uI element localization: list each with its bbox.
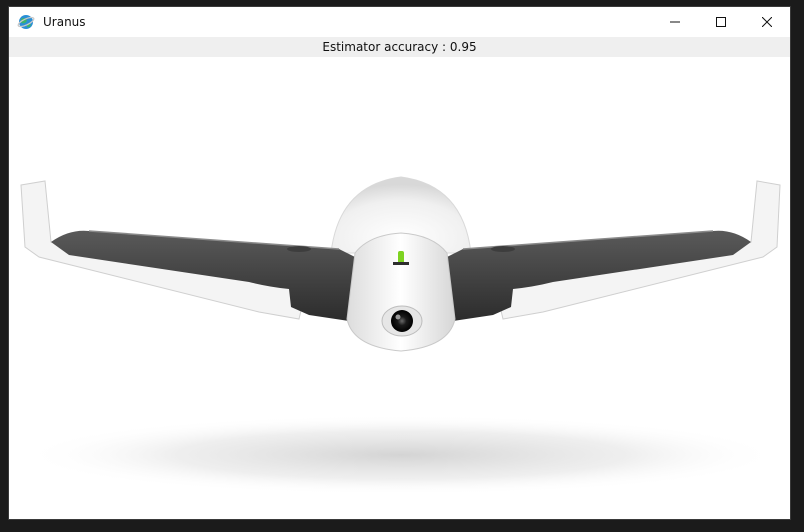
window-title: Uranus [43, 15, 86, 29]
window-controls [652, 7, 790, 37]
drone-image [20, 176, 781, 495]
image-canvas [9, 57, 790, 519]
minimize-button[interactable] [652, 7, 698, 37]
title-bar[interactable]: Uranus [9, 7, 790, 37]
status-bar: Estimator accuracy : 0.95 [9, 37, 790, 57]
minimize-icon [670, 17, 680, 27]
estimator-accuracy-label: Estimator accuracy : 0.95 [322, 40, 477, 54]
app-window: Uranus Estimator accuracy : 0.95 [8, 6, 791, 520]
globe-app-icon [17, 13, 35, 31]
maximize-button[interactable] [698, 7, 744, 37]
close-icon [762, 17, 772, 27]
maximize-icon [716, 17, 726, 27]
close-button[interactable] [744, 7, 790, 37]
